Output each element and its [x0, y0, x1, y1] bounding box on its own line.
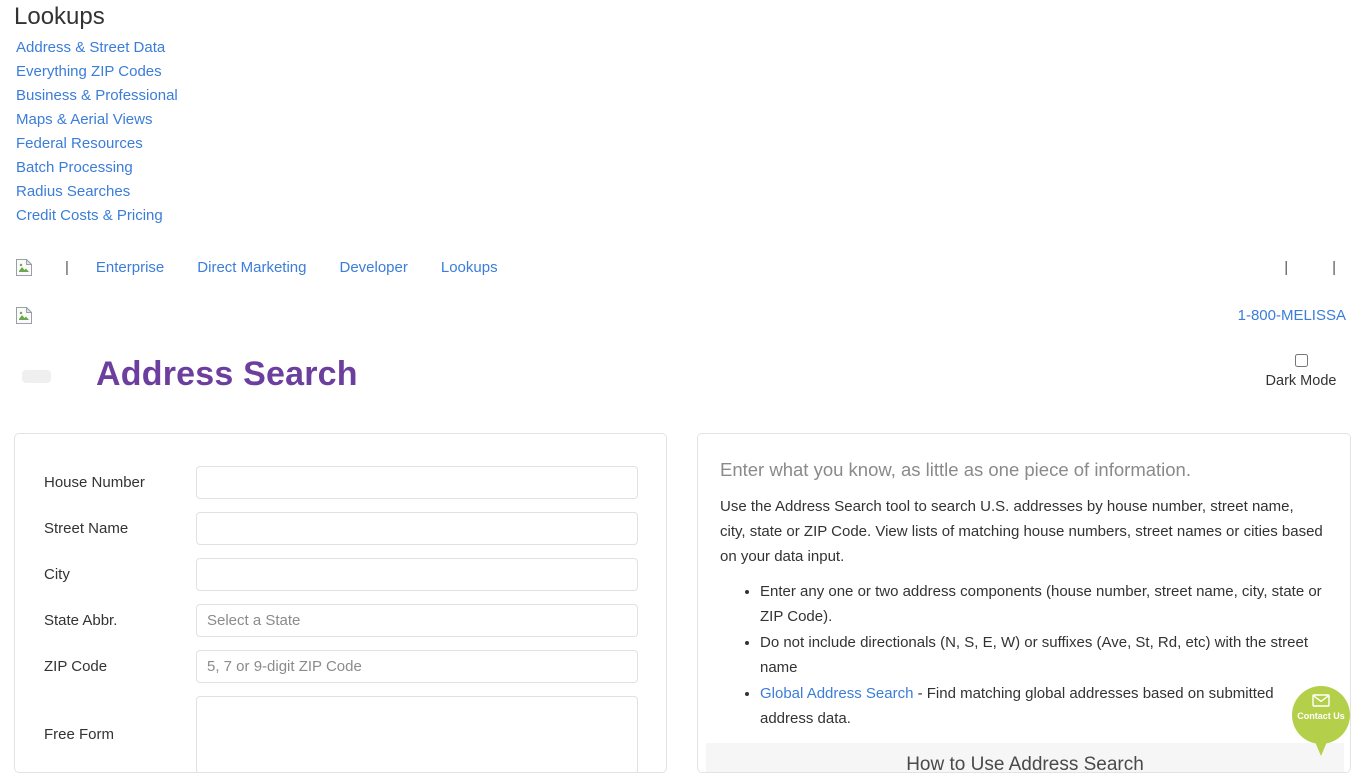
- list-item: Everything ZIP Codes: [16, 60, 420, 84]
- form-area: House Number Street Name City State Abbr…: [15, 434, 666, 772]
- lookups-link-business-professional[interactable]: Business & Professional: [16, 87, 178, 104]
- lookups-link-address-street-data[interactable]: Address & Street Data: [16, 39, 165, 56]
- info-area: Enter what you know, as little as one pi…: [698, 434, 1350, 731]
- lookups-link-everything-zip-codes[interactable]: Everything ZIP Codes: [16, 63, 162, 80]
- bullet-text-components: Enter any one or two address components …: [760, 583, 1322, 625]
- info-heading: Enter what you know, as little as one pi…: [720, 459, 1191, 480]
- address-search-form-panel: House Number Street Name City State Abbr…: [14, 433, 667, 773]
- lookups-link-list: Address & Street Data Everything ZIP Cod…: [0, 32, 420, 228]
- bullet-text-directionals: Do not include directionals (N, S, E, W)…: [760, 634, 1308, 676]
- free-form-textarea[interactable]: [196, 696, 638, 772]
- lookups-link-credit-costs-pricing[interactable]: Credit Costs & Pricing: [16, 207, 163, 224]
- dark-mode-label: Dark Mode: [1265, 373, 1337, 389]
- state-abbr-input[interactable]: [196, 604, 638, 637]
- label-street-name: Street Name: [44, 519, 129, 537]
- street-name-input[interactable]: [196, 512, 638, 545]
- list-item: Enter any one or two address components …: [760, 579, 1323, 629]
- list-item: Batch Processing: [16, 156, 420, 180]
- info-bullet-list: Enter any one or two address components …: [720, 579, 1323, 731]
- navbar-separator: |: [65, 258, 69, 276]
- dark-mode-checkbox[interactable]: [1294, 354, 1308, 367]
- list-item: Radius Searches: [16, 180, 420, 204]
- city-input[interactable]: [196, 558, 638, 591]
- main-navbar: | Enterprise Direct Marketing Developer …: [0, 250, 1366, 284]
- global-address-search-link[interactable]: Global Address Search: [760, 685, 913, 702]
- form-row-zip-code: ZIP Code: [44, 650, 638, 683]
- form-row-city: City: [44, 558, 638, 591]
- lookups-link-radius-searches[interactable]: Radius Searches: [16, 183, 130, 200]
- form-row-street-name: Street Name: [44, 512, 638, 545]
- navbar-right-group: | |: [1240, 259, 1366, 276]
- phone-number-link[interactable]: 1-800-MELISSA: [1238, 307, 1346, 324]
- dark-mode-toggle-group[interactable]: Dark Mode: [1256, 354, 1346, 389]
- broken-image-icon[interactable]: [16, 306, 32, 324]
- list-item: Credit Costs & Pricing: [16, 204, 420, 228]
- list-item: Maps & Aerial Views: [16, 108, 420, 132]
- zip-code-input[interactable]: [196, 650, 638, 683]
- lookups-nav-block: Lookups Address & Street Data Everything…: [0, 0, 420, 228]
- nav-link-lookups[interactable]: Lookups: [441, 259, 531, 276]
- navbar-right-separator-1: |: [1284, 258, 1289, 276]
- lookups-heading: Lookups: [14, 3, 105, 30]
- pin-content: Contact Us: [1292, 694, 1350, 721]
- info-paragraph: Use the Address Search tool to search U.…: [720, 498, 1323, 565]
- list-item: Global Address Search - Find matching gl…: [760, 681, 1323, 731]
- label-house-number: House Number: [44, 473, 145, 491]
- form-row-free-form: Free Form: [44, 696, 638, 772]
- lookups-link-batch-processing[interactable]: Batch Processing: [16, 159, 133, 176]
- nav-link-direct-marketing[interactable]: Direct Marketing: [197, 259, 339, 276]
- how-to-use-title: How to Use Address Search: [906, 754, 1144, 773]
- list-item: Do not include directionals (N, S, E, W)…: [760, 630, 1323, 680]
- secondary-header-row: 1-800-MELISSA: [0, 300, 1366, 330]
- lookups-link-maps-aerial-views[interactable]: Maps & Aerial Views: [16, 111, 152, 128]
- contact-us-label: Contact Us: [1297, 711, 1345, 721]
- form-row-house-number: House Number: [44, 466, 638, 499]
- label-free-form: Free Form: [44, 726, 115, 743]
- label-city: City: [44, 565, 70, 583]
- contact-us-widget[interactable]: Contact Us: [1292, 686, 1350, 758]
- address-search-info-panel: Enter what you know, as little as one pi…: [697, 433, 1351, 773]
- list-item: Federal Resources: [16, 132, 420, 156]
- how-to-use-bar[interactable]: How to Use Address Search: [706, 743, 1344, 773]
- nav-link-developer[interactable]: Developer: [339, 259, 440, 276]
- house-number-input[interactable]: [196, 466, 638, 499]
- title-image-placeholder: [22, 370, 51, 383]
- nav-link-enterprise[interactable]: Enterprise: [96, 259, 197, 276]
- list-item: Business & Professional: [16, 84, 420, 108]
- page-title-row: Address Search Dark Mode: [0, 348, 1366, 404]
- form-row-state-abbr: State Abbr.: [44, 604, 638, 637]
- navbar-right-separator-2: |: [1332, 258, 1336, 276]
- page-title: Address Search: [96, 355, 358, 393]
- navbar-links: Enterprise Direct Marketing Developer Lo…: [96, 259, 531, 276]
- list-item: Address & Street Data: [16, 36, 420, 60]
- lookups-link-federal-resources[interactable]: Federal Resources: [16, 135, 143, 152]
- broken-image-icon[interactable]: [16, 258, 32, 276]
- label-state-abbr: State Abbr.: [44, 611, 118, 629]
- label-zip-code: ZIP Code: [44, 657, 108, 675]
- envelope-icon: [1292, 694, 1350, 709]
